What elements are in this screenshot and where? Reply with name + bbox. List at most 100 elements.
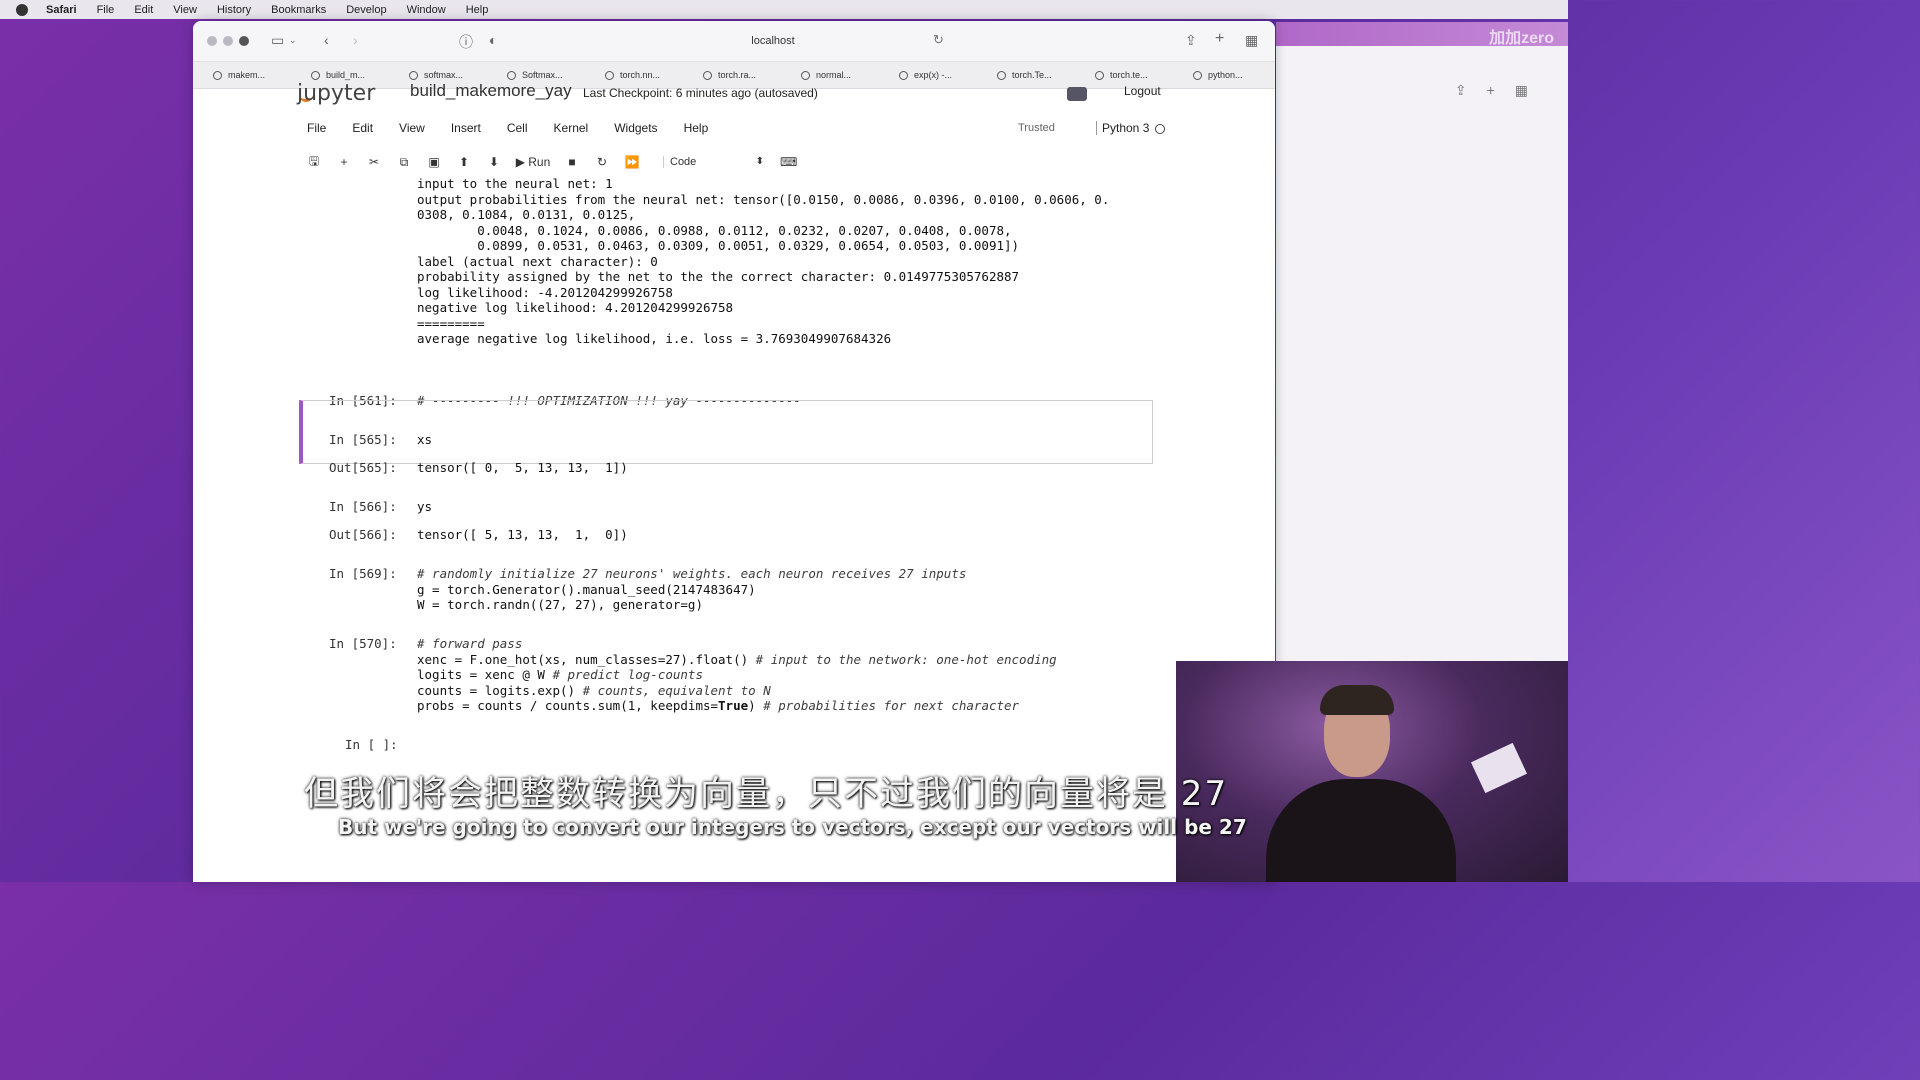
menu-safari[interactable]: Safari <box>46 4 77 16</box>
share-icon[interactable]: ⇪ <box>1185 32 1197 49</box>
tab-overview-icon[interactable]: ▦ <box>1515 82 1528 99</box>
jupyter-header: jupyter build_makemore_yay Last Checkpoi… <box>193 81 1275 109</box>
pytorch-icon <box>997 70 1006 80</box>
reload-icon[interactable]: ↻ <box>933 32 944 48</box>
output-line: input to the neural net: 1 <box>417 176 613 191</box>
jmenu-help[interactable]: Help <box>684 121 709 135</box>
menu-history[interactable]: History <box>217 4 251 16</box>
tab-overview-icon[interactable]: ▦ <box>1245 32 1258 49</box>
output-line: 0308, 0.1084, 0.0131, 0.0125, <box>417 207 636 222</box>
cell-code[interactable]: xs <box>417 432 432 448</box>
sidebar-toggle-icon[interactable]: ▭ <box>271 32 284 49</box>
output-line: 0.0048, 0.1024, 0.0086, 0.0988, 0.0112, … <box>417 222 1012 238</box>
subtitle-chinese: 但我们将会把整数转换为向量，只不过我们的向量将是 27 <box>304 774 1229 814</box>
cell-output-text: input to the neural net: 1 output probabi… <box>417 176 1109 347</box>
address-bar[interactable]: localhost <box>623 31 923 51</box>
safari-window: ▭ ⌄ ‹ › ⓘ ◐ localhost ↻ ⇪ + ▦ makem... b… <box>193 21 1275 882</box>
restart-icon[interactable]: ↻ <box>587 155 617 169</box>
output-line: 0.0899, 0.0531, 0.0463, 0.0309, 0.0051, … <box>417 238 1020 253</box>
kernel-indicator[interactable]: Python 3 <box>1096 121 1166 135</box>
run-label: Run <box>528 155 551 169</box>
macos-menubar: Safari File Edit View History Bookmarks … <box>0 0 1568 19</box>
code-comment: # predict log-counts <box>552 667 703 682</box>
cell-code[interactable]: # forward pass xenc = F.one_hot(xs, num_c… <box>417 636 1057 714</box>
move-up-icon[interactable]: ⬆ <box>449 155 479 169</box>
copy-icon[interactable]: ⧉ <box>389 155 419 170</box>
output-line: probability assigned by the net to the t… <box>417 269 1020 284</box>
jmenu-edit[interactable]: Edit <box>352 121 373 135</box>
back-icon[interactable]: ‹ <box>324 32 329 48</box>
new-tab-icon[interactable]: + <box>1487 82 1495 99</box>
cell-code[interactable]: ys <box>417 499 432 515</box>
code-line: probs = counts / counts.sum(1, keepdims=… <box>417 698 1057 714</box>
cut-icon[interactable]: ✂ <box>359 155 389 169</box>
presenter-hair <box>1320 685 1394 715</box>
new-tab-icon[interactable]: + <box>1215 30 1224 48</box>
jmenu-insert[interactable]: Insert <box>451 121 481 135</box>
output-line: average negative log likelihood, i.e. lo… <box>417 331 892 346</box>
jmenu-kernel[interactable]: Kernel <box>554 121 589 135</box>
code-comment: # forward pass <box>417 636 523 651</box>
jmenu-cell[interactable]: Cell <box>507 121 528 135</box>
menu-window[interactable]: Window <box>407 4 446 16</box>
notebook-area[interactable]: input to the neural net: 1 output probabi… <box>285 176 1173 756</box>
tab-label: torch.ra... <box>718 70 757 80</box>
code-text: logits = xenc @ W <box>417 667 553 682</box>
menu-bookmarks[interactable]: Bookmarks <box>271 4 326 16</box>
code-line: logits = xenc @ W # predict log-counts <box>417 667 1057 683</box>
menu-help[interactable]: Help <box>466 4 489 16</box>
run-button[interactable]: ▶ Run <box>509 155 557 169</box>
output-line: log likelihood: -4.201204299926758 <box>417 284 673 300</box>
trusted-indicator[interactable]: Trusted <box>1018 122 1055 134</box>
share-icon[interactable]: ⇪ <box>1455 82 1467 99</box>
menu-edit[interactable]: Edit <box>134 4 153 16</box>
logout-button[interactable]: Logout <box>1124 84 1161 98</box>
keyboard-icon[interactable]: ⌨ <box>780 155 797 169</box>
presenter-body <box>1266 779 1456 882</box>
apple-icon[interactable] <box>16 3 28 16</box>
pytorch-icon <box>605 70 614 80</box>
pytorch-icon <box>507 70 516 80</box>
jupyter-menu: File Edit View Insert Cell Kernel Widget… <box>307 121 734 135</box>
code-text: counts = logits.exp() <box>417 682 583 698</box>
zoom-window-button[interactable] <box>239 36 249 46</box>
jmenu-view[interactable]: View <box>399 121 425 135</box>
privacy-icon[interactable]: ⓘ <box>459 32 473 52</box>
close-window-button[interactable] <box>207 36 217 46</box>
menu-view[interactable]: View <box>173 4 197 16</box>
move-down-icon[interactable]: ⬇ <box>479 155 509 169</box>
save-icon[interactable]: 🖫 <box>299 152 329 173</box>
checkpoint-text: Last Checkpoint: 6 minutes ago <box>583 86 752 100</box>
tab-label: torch.Te... <box>1012 70 1052 80</box>
shield-icon[interactable]: ◐ <box>489 32 497 48</box>
tab-label: torch.nn... <box>620 70 661 80</box>
minimize-window-button[interactable] <box>223 36 233 46</box>
cell-code[interactable]: # randomly initialize 27 neurons' weight… <box>417 566 966 613</box>
pytorch-icon <box>703 70 712 80</box>
code-keyword: True <box>718 698 749 713</box>
out-prompt: Out[566]: <box>329 527 397 542</box>
kernel-status-icon <box>1155 123 1166 134</box>
tab-label: torch.te... <box>1110 70 1148 80</box>
jmenu-widgets[interactable]: Widgets <box>614 121 657 135</box>
menu-develop[interactable]: Develop <box>346 4 386 16</box>
code-comment: # counts, equivalent to N <box>582 682 771 698</box>
jupyter-logo[interactable]: jupyter <box>297 81 375 106</box>
jmenu-file[interactable]: File <box>307 121 326 135</box>
menu-file[interactable]: File <box>97 4 115 16</box>
tab-label: makem... <box>228 70 266 80</box>
fast-forward-icon[interactable]: ⏩ <box>617 155 647 169</box>
webcam-overlay <box>1176 661 1568 882</box>
cell-type-select[interactable]: Code <box>663 156 766 168</box>
insert-cell-icon[interactable]: + <box>329 155 359 169</box>
background-window-toolbar: ⇪ + ▦ <box>1455 82 1528 99</box>
lamp-shape <box>1470 742 1528 794</box>
background-browser-window[interactable]: 加加zero ⇪ + ▦ <box>1276 22 1568 662</box>
stop-icon[interactable]: ■ <box>557 155 587 169</box>
paste-icon[interactable]: ▣ <box>419 155 449 169</box>
forward-icon[interactable]: › <box>353 32 358 48</box>
chevron-down-icon[interactable]: ⌄ <box>289 35 297 46</box>
out-prompt: Out[565]: <box>329 460 397 475</box>
tab-label: build_m... <box>326 70 366 80</box>
notebook-title[interactable]: build_makemore_yay <box>410 81 572 101</box>
